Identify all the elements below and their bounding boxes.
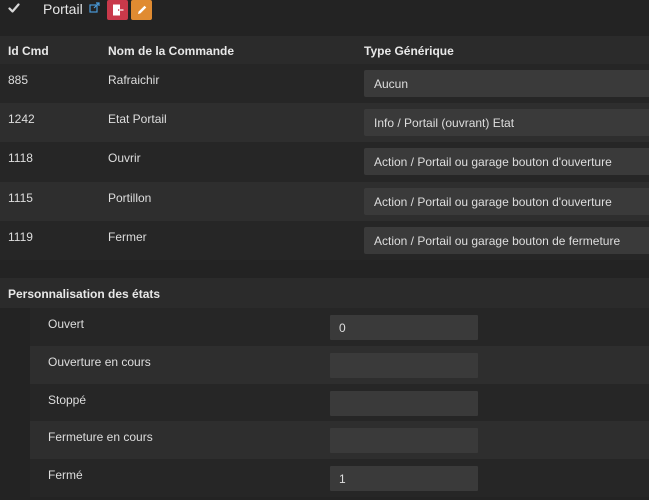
cmd-id: 885 (8, 73, 29, 87)
generic-type-select[interactable]: Action / Portail ou garage bouton de fer… (364, 226, 649, 254)
table-row: 1242 Etat Portail Info / Portail (ouvran… (0, 103, 649, 143)
edit-button[interactable] (131, 0, 152, 20)
state-row: Stoppé (0, 383, 649, 422)
generic-type-select[interactable]: Info / Portail (ouvrant) Etat (364, 109, 649, 137)
cmd-name: Ouvrir (108, 151, 141, 166)
pencil-icon (138, 5, 147, 14)
state-value-input[interactable] (330, 352, 478, 378)
cmd-name: Fermer (108, 229, 147, 244)
state-row: Fermé (0, 459, 649, 497)
state-row: Ouvert (0, 308, 649, 346)
column-header-type: Type Générique (364, 44, 454, 58)
external-link-icon[interactable] (89, 0, 100, 13)
row-indent (0, 345, 30, 384)
commands-table: Id Cmd Nom de la Commande Type Générique… (0, 36, 649, 260)
column-header-id: Id Cmd (8, 44, 49, 58)
generic-type-select[interactable]: Action / Portail ou garage bouton d'ouve… (364, 148, 649, 176)
table-row: 885 Rafraichir Aucun (0, 64, 649, 104)
row-indent (0, 421, 30, 460)
page: Portail Id Cmd Nom de la Commande Type G… (0, 0, 649, 500)
header: Portail (0, 0, 649, 22)
generic-type-select[interactable]: Aucun (364, 70, 649, 97)
state-label: Fermé (48, 468, 83, 483)
state-value-input[interactable] (330, 428, 478, 454)
table-row: 1118 Ouvrir Action / Portail ou garage b… (0, 142, 649, 182)
cmd-id: 1242 (8, 112, 35, 127)
cmd-name: Portillon (108, 190, 152, 205)
cmd-id: 1118 (8, 151, 33, 166)
row-indent (0, 459, 30, 497)
remove-button[interactable] (107, 0, 128, 20)
cmd-id: 1119 (8, 229, 33, 244)
cmd-name: Rafraichir (108, 73, 160, 87)
page-title: Portail (43, 1, 83, 17)
state-label: Fermeture en cours (48, 430, 153, 445)
state-value-input[interactable] (330, 466, 478, 492)
cmd-name: Etat Portail (108, 112, 167, 127)
state-label: Ouvert (48, 317, 85, 331)
generic-type-select[interactable]: Action / Portail ou garage bouton d'ouve… (364, 187, 649, 215)
table-row: 1119 Fermer Action / Portail ou garage b… (0, 220, 649, 260)
state-label: Ouverture en cours (48, 354, 151, 369)
table-header: Id Cmd Nom de la Commande Type Générique (0, 36, 649, 64)
table-row: 1115 Portillon Action / Portail ou garag… (0, 181, 649, 221)
column-header-name: Nom de la Commande (108, 44, 235, 58)
state-row: Ouverture en cours (0, 345, 649, 384)
remove-icon (113, 4, 124, 16)
row-indent (0, 308, 30, 346)
state-label: Stoppé (48, 392, 87, 407)
check-icon[interactable] (8, 2, 20, 14)
states-list: Ouvert Ouverture en cours Stoppé Fermetu… (0, 308, 649, 497)
state-value-input[interactable] (330, 315, 478, 340)
states-section-title: Personnalisation des états (8, 287, 161, 301)
state-value-input[interactable] (330, 390, 478, 416)
cmd-id: 1115 (8, 190, 33, 205)
row-indent (0, 383, 30, 422)
state-row: Fermeture en cours (0, 421, 649, 460)
